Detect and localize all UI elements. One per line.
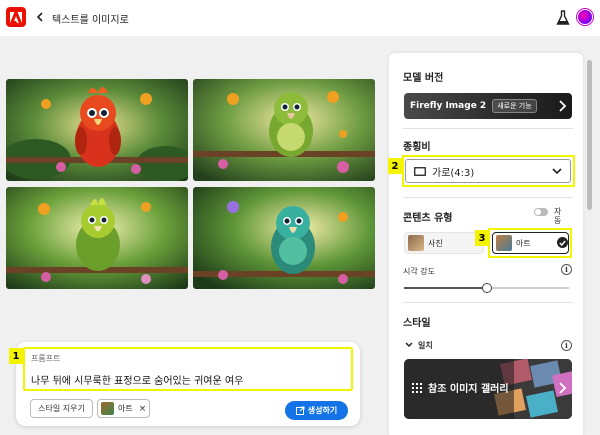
callout-1: 1 <box>9 348 23 364</box>
divider <box>403 128 573 129</box>
prompt-label: 프롬프트 <box>31 354 61 363</box>
adobe-logo-icon[interactable] <box>6 7 26 27</box>
divider <box>403 197 573 198</box>
style-title: 스타일 <box>403 318 431 329</box>
aspect-ratio-title: 종횡비 <box>403 142 431 153</box>
style-thumbnail <box>101 402 114 415</box>
chevron-right-icon <box>559 382 566 394</box>
model-version-button[interactable]: Firefly Image 2 새로운 기능 <box>404 93 572 119</box>
aspect-ratio-select[interactable]: 가로(4:3) <box>405 159 571 183</box>
generate-icon <box>295 406 305 415</box>
content-type-photo[interactable]: 사진 <box>404 232 484 254</box>
auto-toggle[interactable] <box>534 208 548 216</box>
chevron-right-icon <box>559 100 566 112</box>
chevron-down-icon <box>552 168 562 175</box>
content-type-art-label: 아트 <box>516 238 531 248</box>
match-label[interactable]: 일치 <box>418 340 433 351</box>
callout-3: 3 <box>475 230 489 246</box>
callout-2: 2 <box>388 158 402 174</box>
content-type-photo-label: 사진 <box>428 238 443 248</box>
model-version-title: 모델 버전 <box>403 73 444 84</box>
remove-style-icon[interactable]: × <box>139 404 147 414</box>
auto-label: 자동 <box>554 207 562 225</box>
visual-intensity-handle[interactable] <box>482 283 492 293</box>
avatar[interactable] <box>577 9 593 25</box>
model-name: Firefly Image 2 <box>410 101 487 111</box>
gallery-label: 참조 이미지 갤러리 <box>428 384 509 395</box>
info-icon[interactable]: i <box>561 340 572 351</box>
photo-thumbnail <box>408 235 424 251</box>
style-chip-art[interactable]: 아트 × <box>97 399 150 418</box>
clear-style-button[interactable]: 스타일 지우기 <box>30 399 93 418</box>
style-chip-label: 아트 <box>118 404 133 413</box>
prompt-input[interactable]: 나무 뒤에 시무룩한 표정으로 숨어있는 귀여운 여우 <box>31 372 243 387</box>
top-bar: 텍스트를 이미지로 <box>0 0 600 36</box>
grid-icon <box>412 382 422 393</box>
checkmark-icon <box>557 237 568 248</box>
reference-gallery-button[interactable]: 참조 이미지 갤러리 <box>404 359 572 419</box>
generate-label: 생성하기 <box>307 406 338 415</box>
chevron-down-icon[interactable] <box>405 342 413 348</box>
info-icon[interactable]: i <box>561 264 572 275</box>
generated-image[interactable] <box>6 187 188 289</box>
back-icon[interactable] <box>33 10 45 24</box>
generated-image[interactable] <box>193 79 375 181</box>
visual-intensity-label: 시각 강도 <box>403 267 435 276</box>
aspect-ratio-value: 가로(4:3) <box>432 167 475 179</box>
scrollbar-thumb[interactable] <box>587 60 592 210</box>
generated-image[interactable] <box>193 187 375 289</box>
generate-button[interactable]: 생성하기 <box>285 401 348 420</box>
flask-icon[interactable] <box>556 10 570 26</box>
content-type-title: 콘텐츠 유형 <box>403 213 453 224</box>
gallery-label-wrap: 참조 이미지 갤러리 <box>412 380 509 395</box>
divider <box>403 302 573 303</box>
landscape-icon <box>414 166 426 176</box>
visual-intensity-fill <box>404 287 486 289</box>
generated-image[interactable] <box>6 79 188 181</box>
art-thumbnail <box>496 235 512 251</box>
app-title: 텍스트를 이미지로 <box>52 15 129 26</box>
new-feature-badge: 새로운 기능 <box>492 99 537 113</box>
